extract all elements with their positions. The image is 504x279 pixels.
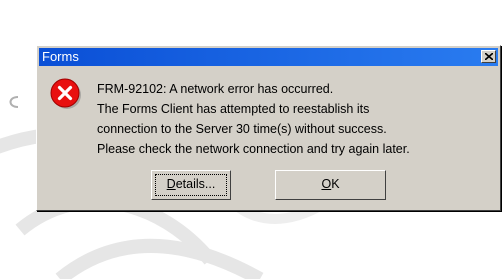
error-icon bbox=[50, 78, 81, 109]
error-dialog: Forms FRM-92102: A network error has occ… bbox=[36, 45, 501, 211]
message-line: connection to the Server 30 time(s) with… bbox=[97, 122, 387, 136]
ok-label: K bbox=[331, 177, 340, 191]
focus-rectangle bbox=[155, 174, 227, 196]
message-line: Please check the network connection and … bbox=[97, 142, 410, 156]
close-button[interactable] bbox=[481, 50, 496, 63]
ok-mnemonic: O bbox=[321, 177, 332, 191]
details-button[interactable]: Details... bbox=[151, 170, 231, 200]
title-bar[interactable]: Forms bbox=[39, 48, 498, 66]
dialog-title: Forms bbox=[42, 49, 79, 64]
message-line: The Forms Client has attempted to reesta… bbox=[97, 102, 370, 116]
error-message: FRM-92102: A network error has occurred.… bbox=[97, 79, 497, 159]
message-line: FRM-92102: A network error has occurred. bbox=[97, 82, 334, 96]
close-x-icon bbox=[485, 53, 493, 60]
ok-button[interactable]: OK bbox=[275, 170, 386, 200]
